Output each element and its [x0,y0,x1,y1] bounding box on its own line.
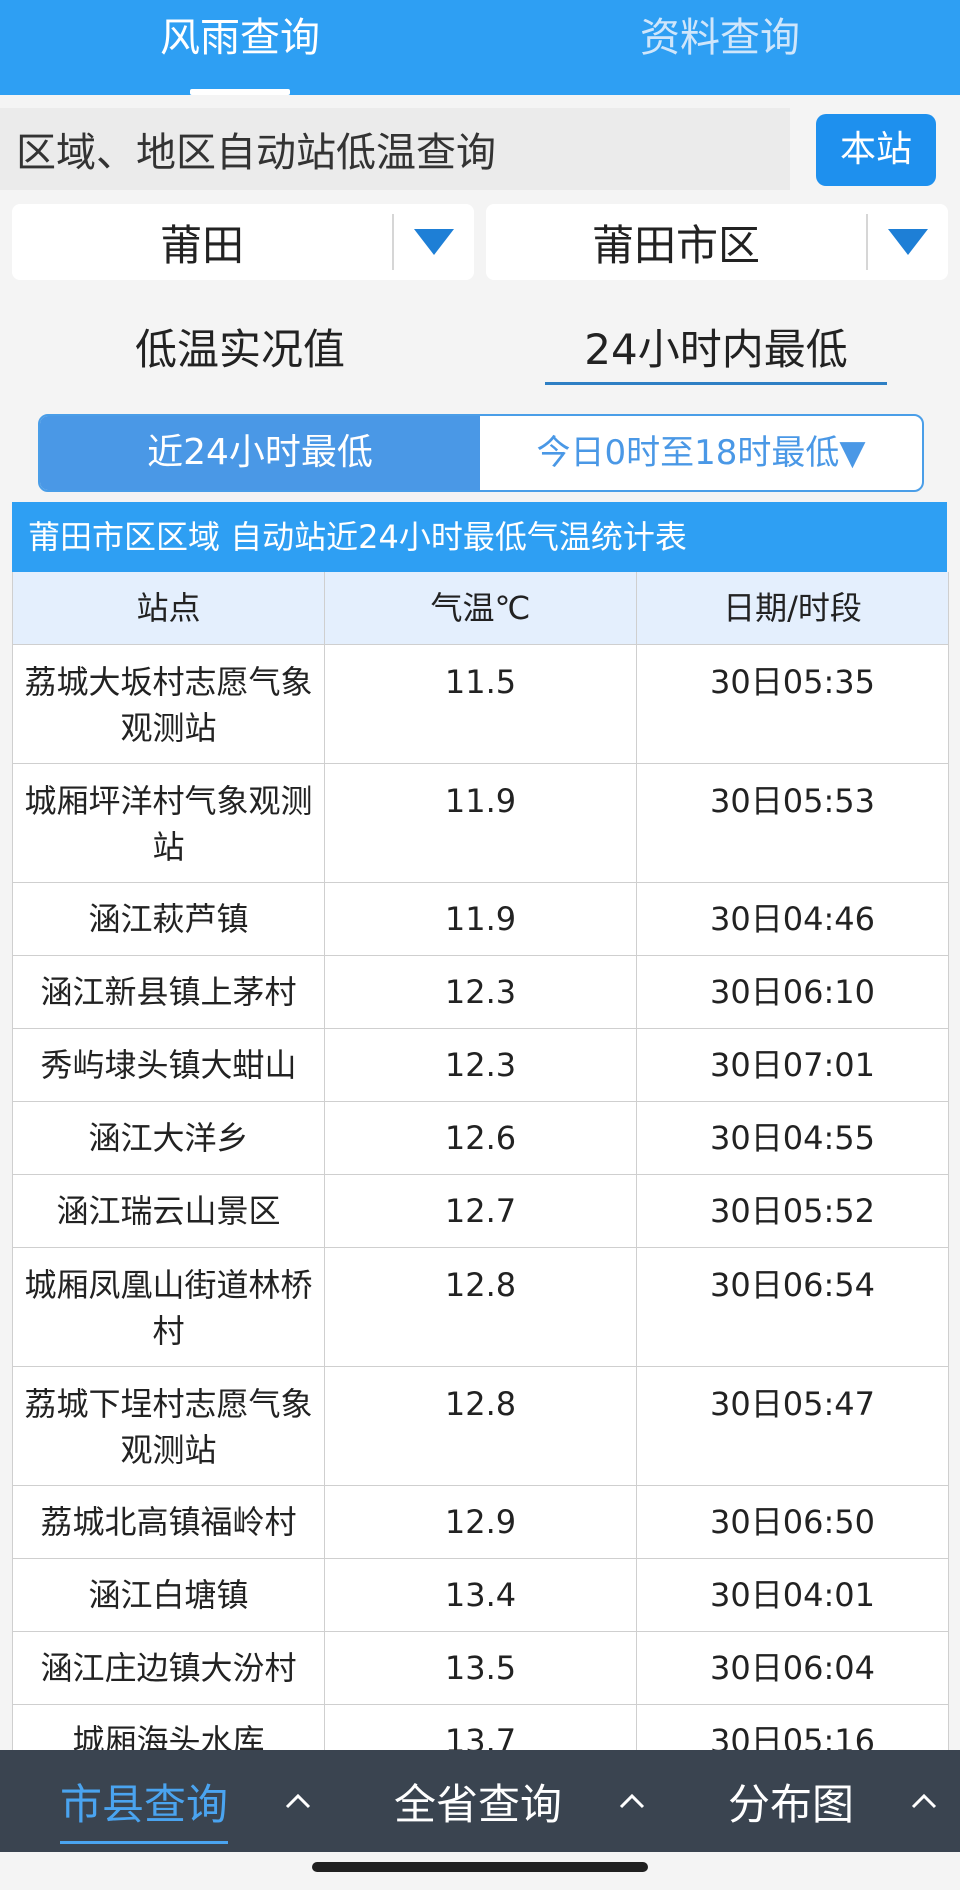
station-cell: 涵江庄边镇大汾村 [13,1632,325,1704]
time-cell: 30日05:52 [710,1192,875,1230]
time-cell: 30日04:55 [710,1119,875,1157]
nav-distribution-label: 分布图 [728,1779,855,1829]
table-row[interactable]: 涵江新县镇上茅村 12.3 30日06:10 [13,956,948,1029]
active-nav-indicator [60,1840,229,1844]
temp-cell: 12.3 [325,956,637,1028]
tab-weather-query-label: 风雨查询 [160,15,320,61]
temperature-table: 站点 气温℃ 日期/时段 荔城大坂村志愿气象观测站 11.5 30日05:35 … [12,572,949,1778]
station-cell: 秀屿埭头镇大蚶山 [13,1029,325,1101]
city-select[interactable]: 莆田 [12,204,474,280]
page-title-bar: 区域、地区自动站低温查询 [0,108,790,190]
table-row[interactable]: 荔城北高镇福岭村 12.9 30日06:50 [13,1486,948,1559]
table-row[interactable]: 涵江白塘镇 13.4 30日04:01 [13,1559,948,1632]
tab-data-query[interactable]: 资料查询 [480,0,960,95]
time-cell: 30日06:54 [710,1266,875,1304]
station-cell: 荔城北高镇福岭村 [13,1486,325,1558]
chevron-down-icon[interactable] [868,229,948,255]
segment-last-24h[interactable]: 近24小时最低 [40,416,480,490]
temp-cell: 12.8 [325,1248,637,1366]
station-cell: 城厢凤凰山街道林桥村 [13,1248,325,1366]
station-cell: 涵江瑞云山景区 [13,1175,325,1247]
nav-city-county-label: 市县查询 [60,1771,229,1844]
local-station-button[interactable]: 本站 [816,114,936,186]
nav-distribution-map[interactable]: 分布图 [728,1750,854,1852]
sub-tab-bar: 低温实况值 24小时内最低 [0,300,960,390]
time-cell: 30日05:53 [710,782,875,820]
table-row[interactable]: 城厢坪洋村气象观测站 11.9 30日05:53 [13,764,948,883]
nav-city-county-query[interactable]: 市县查询 [60,1750,229,1852]
page-title: 区域、地区自动站低温查询 [16,130,496,176]
table-row[interactable]: 涵江庄边镇大汾村 13.5 30日06:04 [13,1632,948,1705]
active-subtab-indicator [545,382,887,385]
tab-weather-query[interactable]: 风雨查询 [0,0,480,95]
home-indicator[interactable] [312,1862,648,1872]
bottom-nav-bar: 市县查询 全省查询 分布图 [0,1750,960,1852]
table-caption: 莆田市区区域 自动站近24小时最低气温统计表 [12,502,947,572]
time-cell: 30日06:50 [710,1503,875,1541]
chevron-up-icon[interactable] [284,1750,312,1852]
temp-cell: 12.6 [325,1102,637,1174]
station-cell: 荔城下埕村志愿气象观测站 [13,1367,325,1485]
column-header-time: 日期/时段 [723,589,862,627]
active-tab-indicator [190,89,290,95]
period-segment-control: 近24小时最低 今日0时至18时最低▼ [38,414,924,492]
table-header-row: 站点 气温℃ 日期/时段 [13,572,948,645]
chevron-up-icon[interactable] [910,1750,938,1852]
nav-province-label: 全省查询 [394,1779,563,1829]
station-cell: 城厢坪洋村气象观测站 [13,764,325,882]
station-cell: 涵江新县镇上茅村 [13,956,325,1028]
table-row[interactable]: 荔城大坂村志愿气象观测站 11.5 30日05:35 [13,645,948,764]
table-row[interactable]: 城厢凤凰山街道林桥村 12.8 30日06:54 [13,1248,948,1367]
time-cell: 30日05:35 [710,663,875,701]
station-cell: 涵江大洋乡 [13,1102,325,1174]
district-select-value: 莆田市区 [591,220,760,270]
temp-cell: 13.5 [325,1632,637,1704]
top-tab-bar: 风雨查询 资料查询 [0,0,960,95]
chevron-down-icon[interactable] [394,229,474,255]
district-select[interactable]: 莆田市区 [486,204,948,280]
temp-cell: 11.9 [325,764,637,882]
temp-cell: 12.8 [325,1367,637,1485]
table-row[interactable]: 涵江萩芦镇 11.9 30日04:46 [13,883,948,956]
table-row[interactable]: 秀屿埭头镇大蚶山 12.3 30日07:01 [13,1029,948,1102]
table-row[interactable]: 涵江大洋乡 12.6 30日04:55 [13,1102,948,1175]
tab-low-temp-actual[interactable]: 低温实况值 [60,316,420,377]
temp-cell: 13.4 [325,1559,637,1631]
nav-city-county-text: 市县查询 [60,1779,229,1829]
chevron-up-icon[interactable] [618,1750,646,1852]
tab-24h-min[interactable]: 24小时内最低 [545,316,887,377]
time-cell: 30日07:01 [710,1046,875,1084]
segment-today-0-18[interactable]: 今日0时至18时最低▼ [480,416,922,490]
nav-province-query[interactable]: 全省查询 [394,1750,562,1852]
temp-cell: 12.3 [325,1029,637,1101]
station-cell: 荔城大坂村志愿气象观测站 [13,645,325,763]
temp-cell: 11.5 [325,645,637,763]
station-cell: 涵江白塘镇 [13,1559,325,1631]
time-cell: 30日05:47 [710,1385,875,1423]
temp-cell: 11.9 [325,883,637,955]
tab-data-query-label: 资料查询 [640,15,800,61]
time-cell: 30日04:01 [710,1576,875,1614]
station-cell: 涵江萩芦镇 [13,883,325,955]
time-cell: 30日06:04 [710,1649,875,1687]
time-cell: 30日04:46 [710,900,875,938]
time-cell: 30日06:10 [710,973,875,1011]
table-row[interactable]: 涵江瑞云山景区 12.7 30日05:52 [13,1175,948,1248]
temp-cell: 12.9 [325,1486,637,1558]
column-header-temp: 气温℃ [325,572,637,644]
table-row[interactable]: 荔城下埕村志愿气象观测站 12.8 30日05:47 [13,1367,948,1486]
city-select-value: 莆田 [159,220,244,270]
column-header-station: 站点 [13,572,325,644]
temp-cell: 12.7 [325,1175,637,1247]
